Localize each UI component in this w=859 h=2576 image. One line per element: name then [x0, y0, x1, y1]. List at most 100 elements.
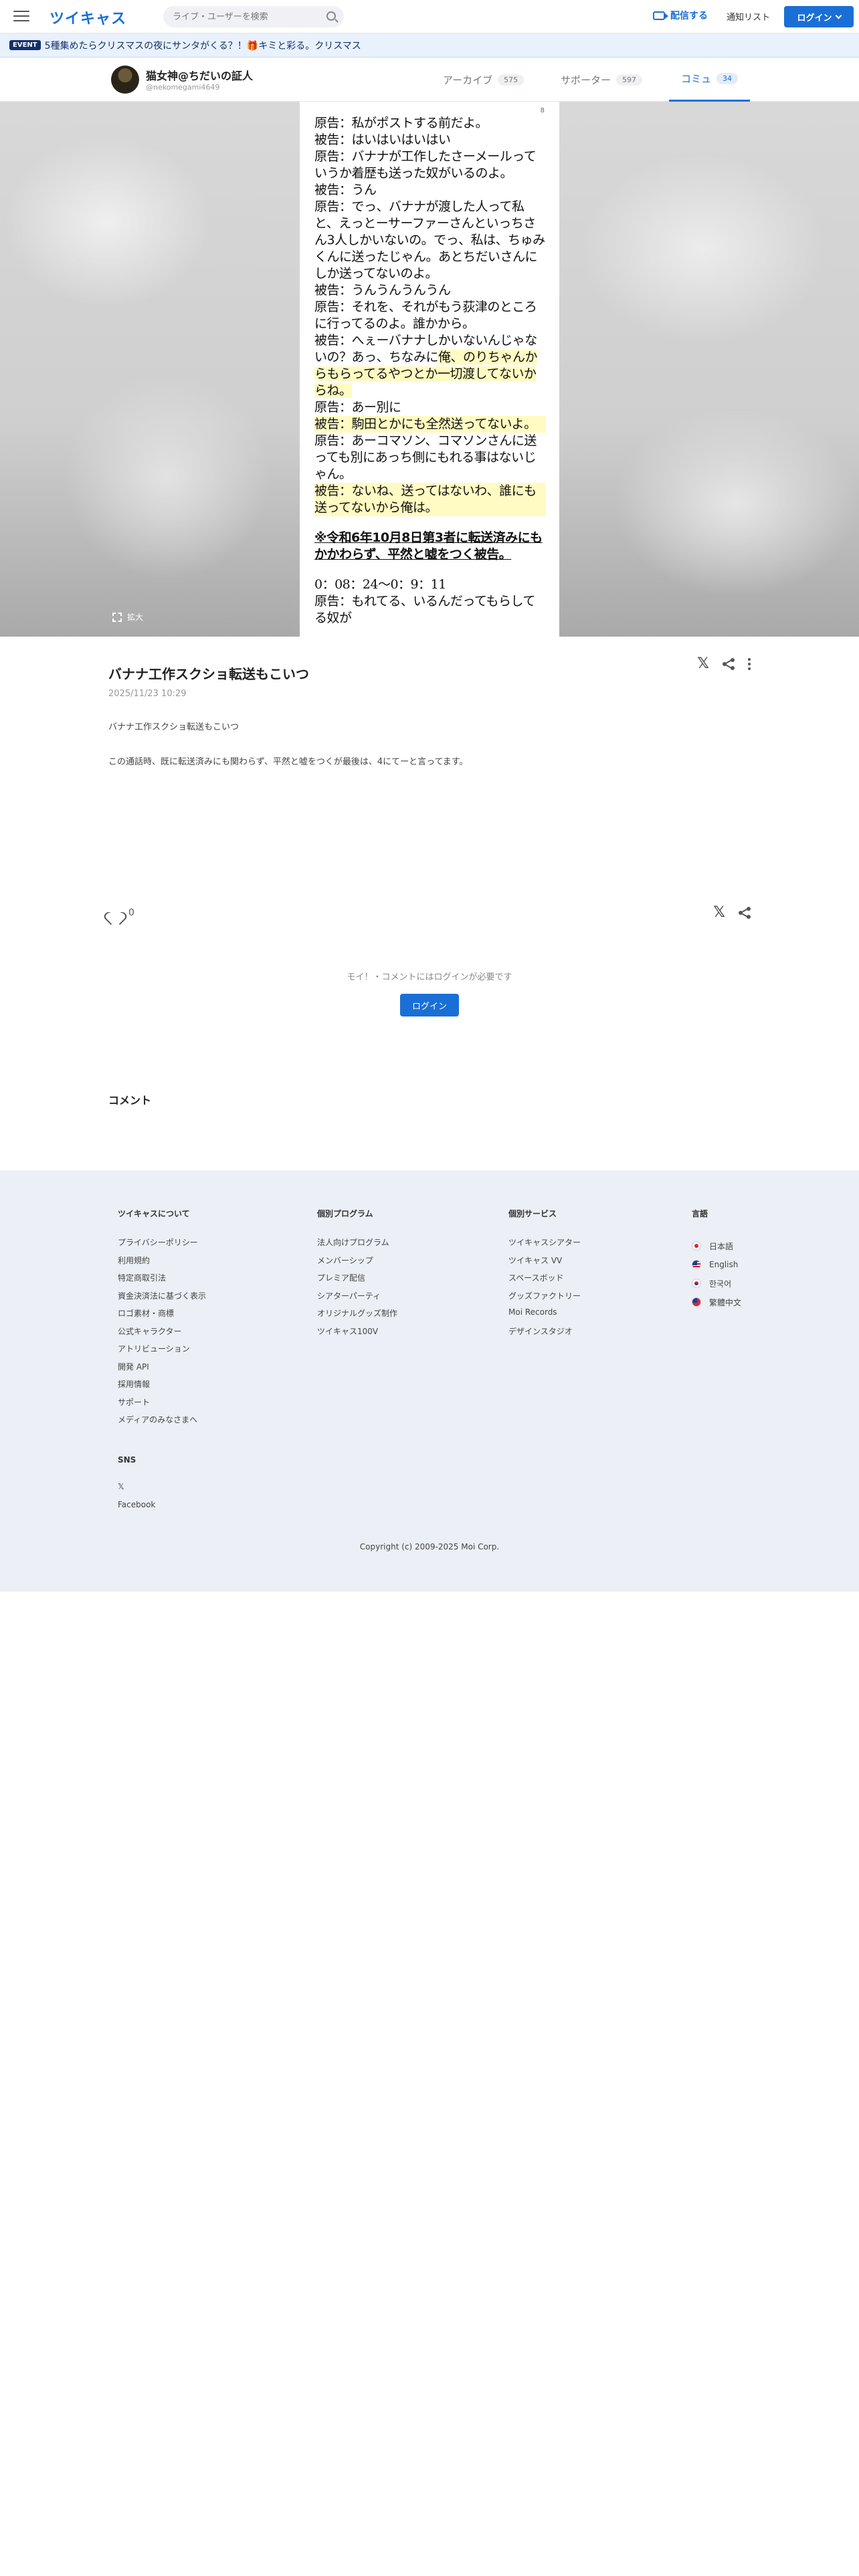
- footer-heading: SNS: [118, 1455, 136, 1465]
- footer-link[interactable]: メディアのみなさまへ: [118, 1414, 206, 1432]
- footer-col-about: ツイキャスについて プライバシーポリシー 利用規約 特定商取引法 資金決済法に基…: [118, 1208, 206, 1432]
- comment-login-button[interactable]: ログイン: [400, 994, 459, 1016]
- tab-label: サポーター: [561, 74, 611, 86]
- post-image[interactable]: 8 原告：私がポストする前だよ。 被告：はいはいはいはい 原告：バナナが工作した…: [0, 102, 859, 637]
- footer-link[interactable]: メンバーシップ: [317, 1255, 397, 1273]
- footer-link[interactable]: 資金決済法に基づく表示: [118, 1290, 206, 1308]
- search-icon[interactable]: [326, 11, 336, 21]
- event-text[interactable]: 5種集めたらクリスマスの夜にサンタがくる？！🎁キミと彩る。クリスマス: [45, 39, 361, 52]
- user-name[interactable]: 猫女神@ちだいの証人: [146, 67, 253, 83]
- footer-link[interactable]: オリジナルグッズ制作: [317, 1307, 397, 1325]
- site-logo[interactable]: ツイキャス: [50, 7, 126, 28]
- footer-link[interactable]: 公式キャラクター: [118, 1325, 206, 1344]
- doc-line: 原告：もれてる、いるんだってもらしてる奴が: [314, 594, 535, 625]
- comments-heading: コメント: [108, 1094, 152, 1107]
- post-date: 2025/11/23 10:29: [108, 689, 187, 699]
- sns-x-link[interactable]: 𝕏: [118, 1482, 155, 1500]
- broadcast-label: 配信する: [670, 11, 708, 21]
- footer-link[interactable]: サポート: [118, 1396, 206, 1414]
- menu-icon[interactable]: [13, 9, 29, 23]
- language-label: 日本語: [709, 1241, 734, 1251]
- language-english[interactable]: English: [692, 1255, 741, 1274]
- footer-link[interactable]: アトリビューション: [118, 1343, 206, 1361]
- tab-supporter[interactable]: サポーター 597: [561, 58, 643, 102]
- copyright: Copyright (c) 2009-2025 Moi Corp.: [359, 1542, 500, 1551]
- footer-link[interactable]: ロゴ素材・商標: [118, 1307, 206, 1325]
- top-header: ツイキャス 配信する 通知リスト ログイン: [0, 0, 859, 33]
- search-box[interactable]: [163, 6, 344, 27]
- footer-link[interactable]: 採用情報: [118, 1378, 206, 1396]
- footer-link[interactable]: 特定商取引法: [118, 1272, 206, 1290]
- tab-archive[interactable]: アーカイブ 575: [443, 58, 524, 102]
- tab-count: 597: [616, 74, 643, 86]
- doc-line: 原告：あー別に: [314, 400, 401, 415]
- doc-timestamp: 0：08：24〜0：9：11: [314, 577, 446, 592]
- login-button[interactable]: ログイン: [784, 6, 854, 27]
- doc-line: 原告：でっ、バナナが渡した人って私と、えっとーサーファーさんといっちさん3人しか…: [314, 199, 545, 281]
- search-input[interactable]: [173, 11, 320, 22]
- language-label: 繁體中文: [709, 1297, 742, 1307]
- notify-list-link[interactable]: 通知リスト: [727, 10, 770, 23]
- footer-link[interactable]: デザインスタジオ: [508, 1325, 581, 1344]
- expand-label: 拡大: [127, 613, 144, 622]
- footer-sns: SNS 𝕏 Facebook: [118, 1455, 155, 1518]
- doc-line: 被告：うんうんうんうん: [314, 283, 451, 298]
- flag-jp-icon: [692, 1241, 701, 1251]
- bottom-share-actions: 𝕏: [713, 904, 751, 921]
- post-title: バナナ工作スクショ転送もこいつ: [108, 666, 309, 682]
- login-label: ログイン: [797, 13, 832, 23]
- footer-col-services: 個別サービス ツイキャスシアター ツイキャス VV スペースボッド グッズファク…: [508, 1208, 581, 1343]
- sns-facebook-link[interactable]: Facebook: [118, 1500, 155, 1518]
- footer-heading: 個別サービス: [508, 1209, 557, 1218]
- chevron-down-icon: [835, 12, 842, 19]
- footer-link[interactable]: 開発 API: [118, 1361, 206, 1379]
- like-button[interactable]: 0: [108, 907, 134, 919]
- flag-tw-icon: [692, 1297, 701, 1307]
- tab-label: コミュ: [681, 73, 712, 85]
- language-korean[interactable]: 한국어: [692, 1274, 741, 1293]
- footer-link[interactable]: ツイキャス VV: [508, 1255, 581, 1273]
- language-label: English: [709, 1260, 739, 1269]
- language-label: 한국어: [709, 1279, 732, 1289]
- footer-heading: ツイキャスについて: [118, 1209, 190, 1218]
- language-japanese[interactable]: 日本語: [692, 1237, 741, 1255]
- event-banner[interactable]: EVENT 5種集めたらクリスマスの夜にサンタがくる？！🎁キミと彩る。クリスマス: [0, 33, 859, 58]
- avatar[interactable]: [111, 66, 139, 94]
- footer-link[interactable]: ツイキャスシアター: [508, 1237, 581, 1255]
- share-icon[interactable]: [723, 657, 735, 670]
- footer-link[interactable]: ツイキャス100V: [317, 1325, 397, 1344]
- doc-line: 被告：うん: [314, 183, 377, 197]
- footer-heading: 個別プログラム: [317, 1209, 373, 1218]
- expand-button[interactable]: 拡大: [112, 611, 143, 623]
- user-id: @nekomegami4649: [146, 83, 220, 92]
- footer-link[interactable]: プライバシーポリシー: [118, 1237, 206, 1255]
- broadcast-button[interactable]: 配信する: [653, 9, 708, 22]
- x-share-icon[interactable]: 𝕏: [697, 655, 709, 672]
- footer-link[interactable]: Moi Records: [508, 1307, 581, 1325]
- doc-line: 被告：ないね、送ってはないわ、誰にも送ってないから俺は。: [314, 483, 546, 516]
- footer-link[interactable]: 利用規約: [118, 1255, 206, 1273]
- doc-line: 被告：駒田とかにも全然送ってないよ。: [314, 416, 546, 433]
- footer-link[interactable]: グッズファクトリー: [508, 1290, 581, 1308]
- language-traditional-chinese[interactable]: 繁體中文: [692, 1293, 741, 1311]
- footer-col-programs: 個別プログラム 法人向けプログラム メンバーシップ プレミア配信 シアターパーテ…: [317, 1208, 397, 1343]
- footer-link[interactable]: プレミア配信: [317, 1272, 397, 1290]
- screenshot-document: 8 原告：私がポストする前だよ。 被告：はいはいはいはい 原告：バナナが工作した…: [300, 102, 559, 637]
- more-options-icon[interactable]: [748, 657, 751, 670]
- x-share-icon[interactable]: 𝕏: [713, 904, 725, 921]
- footer-link[interactable]: 法人向けプログラム: [317, 1237, 397, 1255]
- tab-count: 575: [498, 74, 524, 86]
- tab-community[interactable]: コミュ 34: [669, 58, 751, 102]
- doc-line: 原告：それを、それがもう荻津のところに行ってるのよ。誰かから。: [314, 300, 537, 331]
- footer-link[interactable]: スペースボッド: [508, 1272, 581, 1290]
- doc-line: 原告：私がポストする前だよ。: [314, 116, 488, 130]
- flag-kr-icon: [692, 1279, 701, 1288]
- share-icon[interactable]: [739, 906, 751, 919]
- footer-col-language: 言語 日本語 English 한국어 繁體中文: [692, 1208, 741, 1311]
- post-actions: 𝕏: [697, 655, 751, 672]
- doc-line: 原告：バナナが工作したさーメールっていうか着歴も送った奴がいるのよ。: [314, 149, 537, 181]
- footer-link[interactable]: シアターパーティ: [317, 1290, 397, 1308]
- page-number: 8: [540, 107, 545, 114]
- flag-us-icon: [692, 1260, 701, 1269]
- profile-bar: 猫女神@ちだいの証人 @nekomegami4649 アーカイブ 575 サポー…: [0, 58, 859, 102]
